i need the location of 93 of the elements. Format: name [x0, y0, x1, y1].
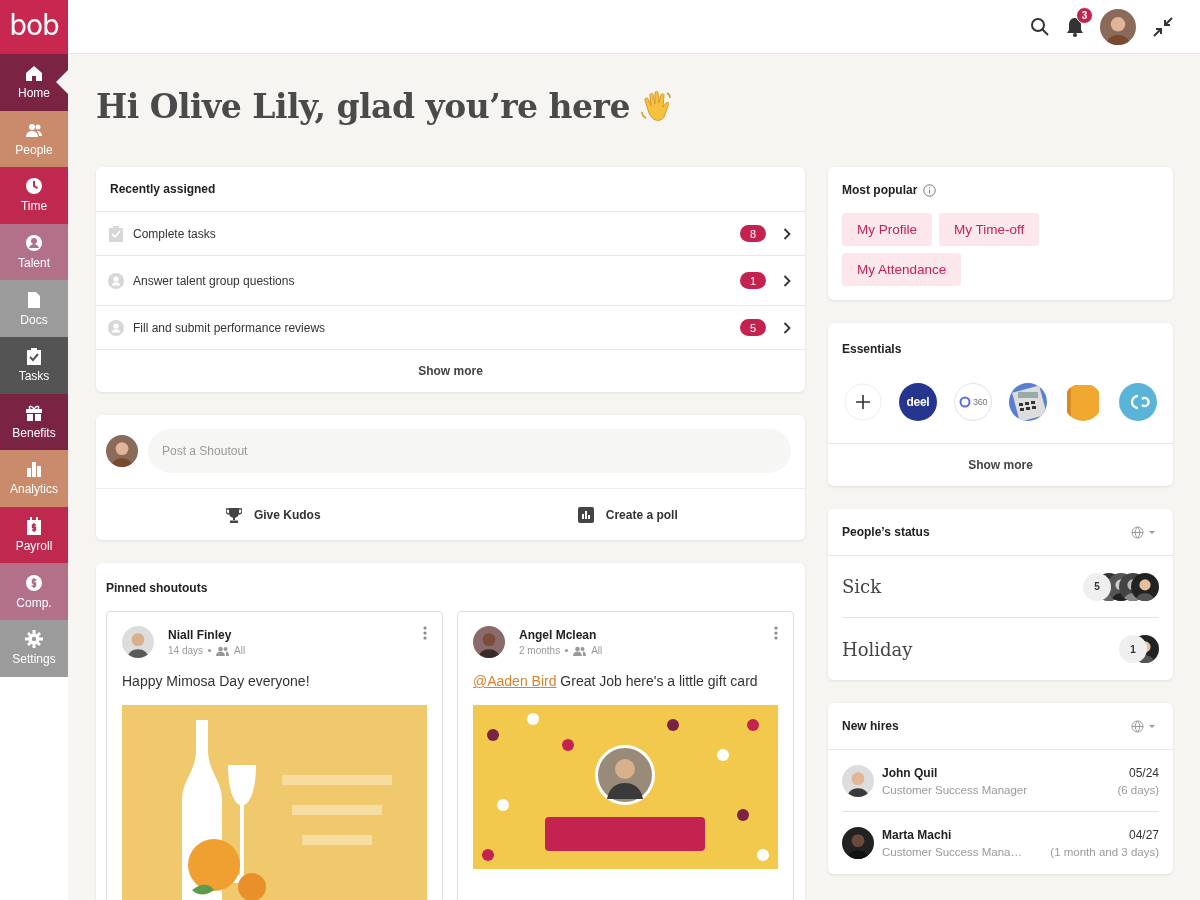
person-badge-icon: [108, 319, 124, 336]
card-title: Pinned shoutouts: [106, 581, 208, 595]
logo[interactable]: bob: [0, 0, 68, 54]
task-link[interactable]: Fill and submit performance reviews: [133, 320, 731, 335]
start-date: 04/27: [1127, 828, 1159, 842]
add-icon[interactable]: [844, 383, 882, 421]
people-icon: [573, 645, 587, 656]
person-badge-icon: [25, 234, 43, 253]
show-more-button[interactable]: Show more: [828, 443, 1173, 486]
app-logo[interactable]: 360: [954, 383, 992, 421]
trophy-icon: [225, 506, 242, 523]
people-count: 5: [1083, 572, 1111, 601]
job-title: Customer Success Mana…: [882, 846, 1023, 858]
profile-avatar[interactable]: [1100, 8, 1136, 45]
nav-item[interactable]: Talent: [0, 223, 68, 281]
task-link[interactable]: Complete tasks: [133, 226, 731, 241]
notification-badge: 3: [1076, 6, 1093, 24]
more-options-icon[interactable]: [774, 626, 778, 640]
nav-item[interactable]: Time: [0, 167, 68, 224]
app-logo[interactable]: deel: [899, 383, 937, 421]
chevron-right-icon[interactable]: [783, 227, 791, 240]
post-text: @Aaden Bird Great Job here's a little gift card: [473, 672, 759, 691]
post-text: Happy Mimosa Day everyone!: [122, 672, 311, 691]
card-title: Essentials: [842, 342, 902, 356]
author-name[interactable]: Niall Finley: [168, 628, 409, 642]
hire-avatar: [842, 827, 874, 859]
info-icon[interactable]: [923, 183, 937, 197]
card-title: Most popular: [842, 183, 918, 197]
user-avatar: [106, 435, 138, 467]
chevron-right-icon[interactable]: [783, 274, 791, 287]
dot-icon: [208, 649, 212, 652]
status-label: Sick: [842, 576, 883, 597]
calendar-dollar-icon: [25, 517, 43, 536]
post-time: 14 days: [168, 645, 204, 656]
count-badge: 5: [740, 319, 766, 336]
globe-dropdown-icon[interactable]: [1131, 719, 1157, 733]
settings-icon: [25, 630, 43, 649]
action-button[interactable]: Give Kudos: [219, 500, 327, 529]
count-badge: 8: [740, 225, 766, 242]
home-icon: [25, 64, 43, 83]
count-badge: 1: [740, 272, 766, 289]
nav-item[interactable]: Payroll: [0, 506, 68, 564]
author-avatar: [473, 626, 505, 658]
nav-item[interactable]: Tasks: [0, 336, 68, 394]
document-icon: [25, 290, 43, 309]
bar-chart-icon: [25, 460, 43, 479]
hire-avatar: [842, 764, 874, 797]
post-time: 2 months: [519, 645, 561, 656]
clock-icon: [25, 177, 43, 196]
people-icon: [216, 645, 230, 656]
greeting-heading: Hi Olive Lily, glad you’re here: [96, 87, 630, 126]
person-avatar: [1131, 572, 1159, 601]
bell-icon[interactable]: [1066, 16, 1084, 37]
search-icon[interactable]: [1030, 16, 1050, 37]
author-avatar: [122, 626, 154, 658]
bar-chart-icon: [577, 506, 594, 523]
start-date: 05/24: [1127, 765, 1159, 780]
time-since: (6 days): [1117, 783, 1159, 796]
action-button[interactable]: Create a poll: [571, 500, 684, 529]
clipboard-check-icon: [25, 347, 43, 366]
card-title: People’s status: [842, 525, 930, 539]
quick-link-button[interactable]: My Attendance: [842, 253, 962, 286]
hire-name[interactable]: Marta Machi: [882, 828, 1043, 842]
hire-name[interactable]: John Quil: [882, 765, 1110, 780]
person-badge-icon: [108, 272, 124, 289]
nav-item[interactable]: Home: [0, 54, 68, 111]
task-link[interactable]: Answer talent group questions: [133, 273, 731, 288]
dollar-icon: [25, 573, 43, 592]
shoutout-input[interactable]: Post a Shoutout: [148, 429, 791, 473]
chevron-right-icon[interactable]: [783, 321, 791, 334]
nav-item[interactable]: Comp.: [0, 563, 68, 620]
card-title: New hires: [842, 719, 899, 733]
dot-icon: [565, 649, 569, 652]
author-name[interactable]: Angel Mclean: [519, 628, 760, 642]
gift-icon: [25, 403, 43, 422]
audience-label: All: [234, 645, 246, 656]
clipboard-check-icon: [108, 225, 124, 242]
app-icon[interactable]: [1009, 383, 1047, 421]
more-options-icon[interactable]: [423, 626, 427, 640]
status-label: Holiday: [842, 638, 914, 660]
collapse-icon[interactable]: [1152, 15, 1174, 38]
quick-link-button[interactable]: My Profile: [842, 213, 932, 246]
waving-hand-icon: [639, 89, 674, 124]
quick-link-button[interactable]: My Time-off: [939, 213, 1040, 246]
globe-dropdown-icon[interactable]: [1131, 525, 1157, 539]
ring-icon: [959, 396, 971, 408]
people-count: 1: [1119, 635, 1147, 663]
show-more-button[interactable]: Show more: [96, 350, 805, 392]
audience-label: All: [591, 645, 603, 656]
card-title: Recently assigned: [110, 182, 216, 196]
job-title: Customer Success Manager: [882, 783, 1029, 796]
time-since: (1 month and 3 days): [1050, 846, 1159, 858]
nav-item[interactable]: Benefits: [0, 393, 68, 451]
